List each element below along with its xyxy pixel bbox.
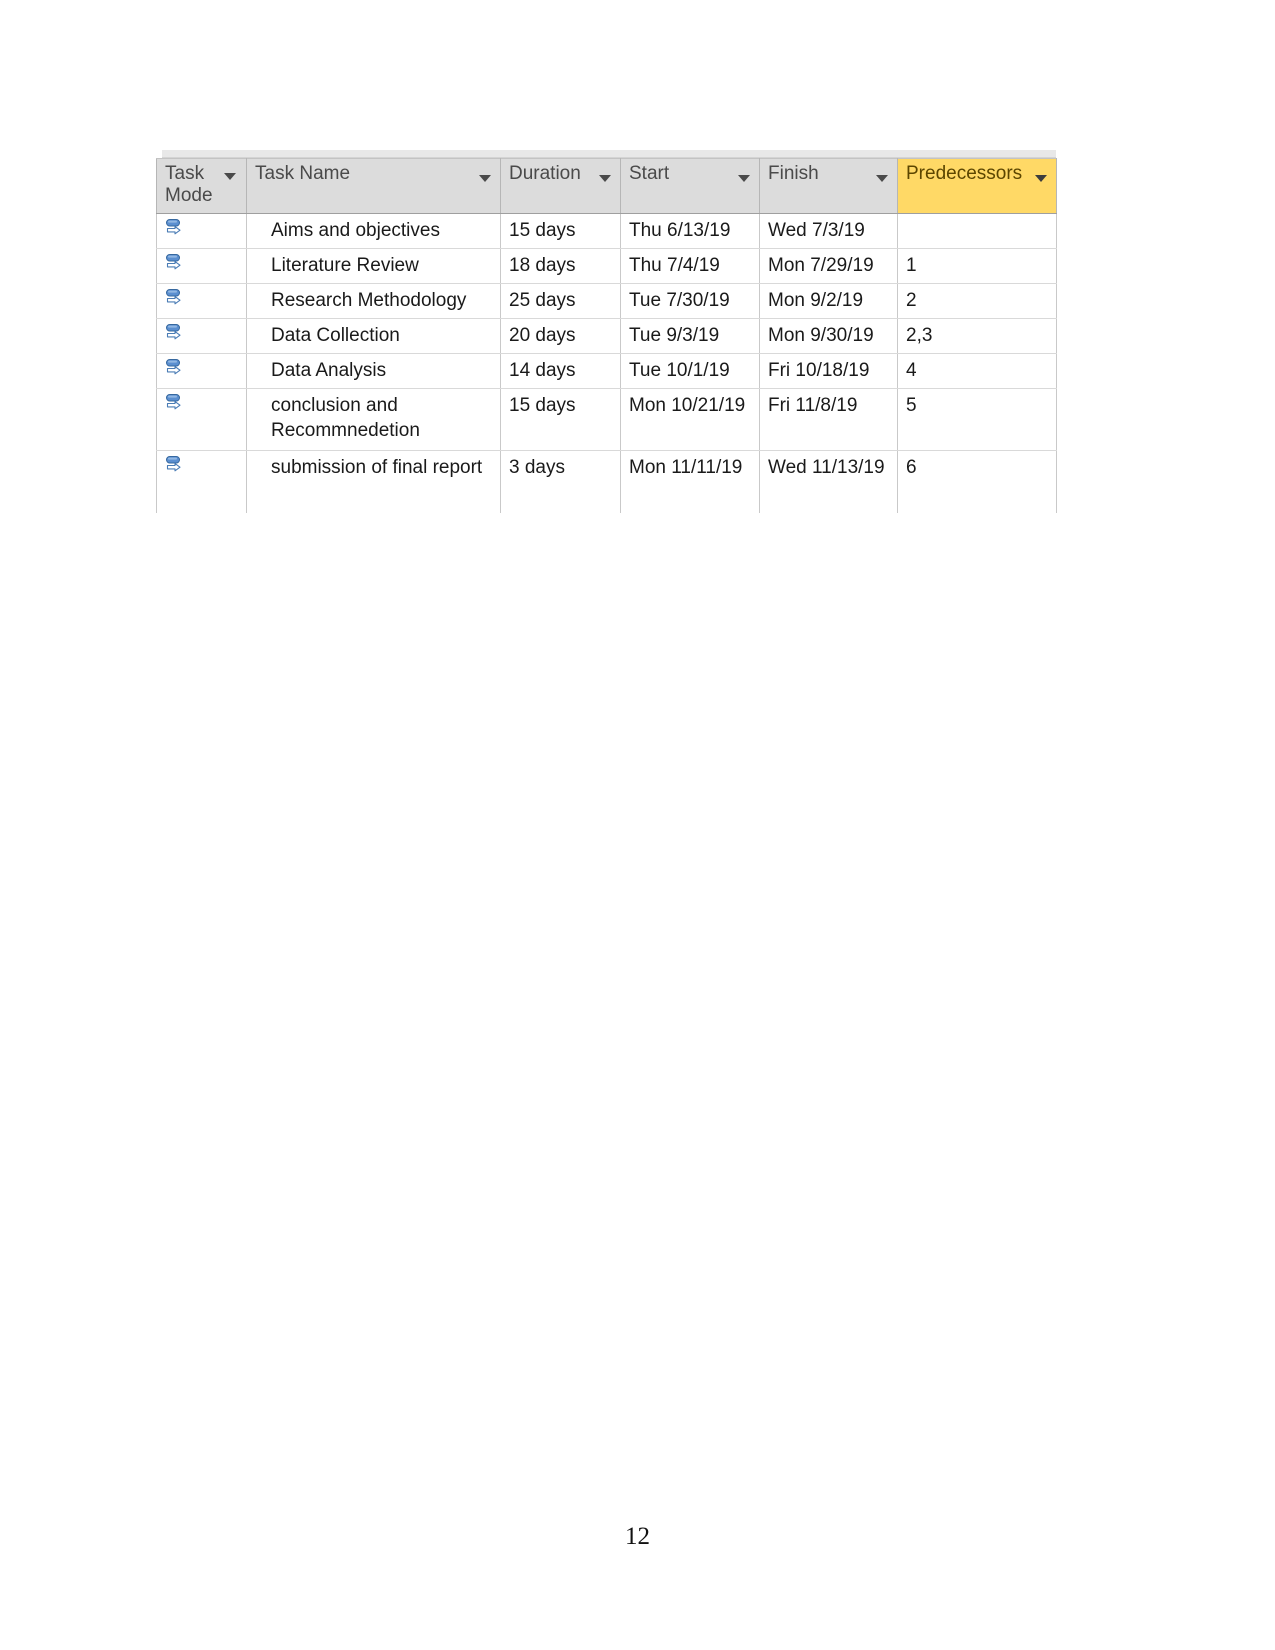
table-row[interactable]: conclusion and Recommnedetion 15 days Mo…: [156, 388, 1057, 452]
cell-predecessors[interactable]: 1: [897, 248, 1057, 284]
cell-task-mode[interactable]: [156, 283, 247, 319]
cell-task-name[interactable]: submission of final report: [246, 450, 501, 513]
table-row[interactable]: submission of final report 3 days Mon 11…: [156, 450, 1057, 513]
cell-task-mode[interactable]: [156, 353, 247, 390]
manually-scheduled-icon: [165, 252, 187, 274]
table-row[interactable]: Data Analysis 14 days Tue 10/1/19 Fri 10…: [156, 353, 1057, 390]
cell-task-mode[interactable]: [156, 388, 247, 452]
project-task-grid: Task Mode Task Name Duration Start Finis…: [156, 158, 1057, 513]
filter-dropdown-icon[interactable]: [876, 175, 888, 182]
table-row[interactable]: Research Methodology 25 days Tue 7/30/19…: [156, 283, 1057, 319]
project-task-grid-container: Task Mode Task Name Duration Start Finis…: [156, 150, 1057, 513]
cell-finish[interactable]: Wed 11/13/19: [759, 450, 898, 513]
cell-finish[interactable]: Wed 7/3/19: [759, 213, 898, 249]
filter-dropdown-icon[interactable]: [599, 175, 611, 182]
column-header-task-mode-label: Task Mode: [165, 163, 213, 206]
cell-task-name[interactable]: Aims and objectives: [246, 213, 501, 249]
filter-dropdown-icon[interactable]: [1035, 175, 1047, 182]
page-number: 12: [625, 1523, 650, 1550]
cell-duration[interactable]: 3 days: [500, 450, 621, 513]
column-header-task-name[interactable]: Task Name: [246, 158, 501, 214]
cell-start[interactable]: Thu 6/13/19: [620, 213, 760, 249]
cell-predecessors[interactable]: 5: [897, 388, 1057, 452]
cell-task-name[interactable]: Data Analysis: [246, 353, 501, 390]
column-header-duration-label: Duration: [509, 163, 581, 184]
cell-start[interactable]: Tue 9/3/19: [620, 318, 760, 355]
filter-dropdown-icon[interactable]: [479, 175, 491, 182]
column-header-predecessors[interactable]: Predecessors: [897, 158, 1057, 214]
cell-duration[interactable]: 18 days: [500, 248, 621, 284]
cell-finish[interactable]: Mon 9/30/19: [759, 318, 898, 355]
cell-predecessors[interactable]: 6: [897, 450, 1057, 513]
cell-task-name[interactable]: Literature Review: [246, 248, 501, 284]
grid-header: Task Mode Task Name Duration Start Finis…: [156, 158, 1057, 214]
cell-predecessors[interactable]: 2: [897, 283, 1057, 319]
cell-finish[interactable]: Mon 7/29/19: [759, 248, 898, 284]
cell-duration[interactable]: 25 days: [500, 283, 621, 319]
cell-task-name[interactable]: conclusion and Recommnedetion: [246, 388, 501, 452]
header-row: Task Mode Task Name Duration Start Finis…: [156, 158, 1057, 214]
grid-body: Aims and objectives 15 days Thu 6/13/19 …: [156, 213, 1057, 513]
cell-start[interactable]: Thu 7/4/19: [620, 248, 760, 284]
column-header-predecessors-label: Predecessors: [906, 163, 1023, 184]
cell-task-name[interactable]: Data Collection: [246, 318, 501, 355]
cell-start[interactable]: Tue 7/30/19: [620, 283, 760, 319]
table-row[interactable]: Literature Review 18 days Thu 7/4/19 Mon…: [156, 248, 1057, 284]
manually-scheduled-icon: [165, 357, 187, 379]
column-header-duration[interactable]: Duration: [500, 158, 621, 214]
column-header-task-name-label: Task Name: [255, 163, 351, 184]
filter-dropdown-icon[interactable]: [224, 173, 236, 180]
table-row[interactable]: Aims and objectives 15 days Thu 6/13/19 …: [156, 213, 1057, 249]
cell-start[interactable]: Mon 10/21/19: [620, 388, 760, 452]
column-header-start-label: Start: [629, 163, 670, 184]
cell-task-mode[interactable]: [156, 450, 247, 513]
cell-start[interactable]: Mon 11/11/19: [620, 450, 760, 513]
cell-predecessors[interactable]: 4: [897, 353, 1057, 390]
cell-finish[interactable]: Mon 9/2/19: [759, 283, 898, 319]
manually-scheduled-icon: [165, 217, 187, 239]
column-header-start[interactable]: Start: [620, 158, 760, 214]
manually-scheduled-icon: [165, 454, 187, 476]
column-header-task-mode[interactable]: Task Mode: [156, 158, 247, 214]
cell-predecessors[interactable]: [897, 213, 1057, 249]
cell-finish[interactable]: Fri 10/18/19: [759, 353, 898, 390]
cell-task-mode[interactable]: [156, 213, 247, 249]
cell-duration[interactable]: 14 days: [500, 353, 621, 390]
grid-top-strip: [162, 150, 1056, 158]
table-row[interactable]: Data Collection 20 days Tue 9/3/19 Mon 9…: [156, 318, 1057, 355]
filter-dropdown-icon[interactable]: [738, 175, 750, 182]
cell-start[interactable]: Tue 10/1/19: [620, 353, 760, 390]
document-page: Task Mode Task Name Duration Start Finis…: [0, 0, 1275, 1650]
cell-duration[interactable]: 15 days: [500, 213, 621, 249]
cell-duration[interactable]: 15 days: [500, 388, 621, 452]
cell-task-mode[interactable]: [156, 248, 247, 284]
cell-predecessors[interactable]: 2,3: [897, 318, 1057, 355]
manually-scheduled-icon: [165, 287, 187, 309]
column-header-finish-label: Finish: [768, 163, 819, 184]
column-header-finish[interactable]: Finish: [759, 158, 898, 214]
manually-scheduled-icon: [165, 392, 187, 414]
cell-duration[interactable]: 20 days: [500, 318, 621, 355]
manually-scheduled-icon: [165, 322, 187, 344]
cell-task-name[interactable]: Research Methodology: [246, 283, 501, 319]
cell-finish[interactable]: Fri 11/8/19: [759, 388, 898, 452]
cell-task-mode[interactable]: [156, 318, 247, 355]
